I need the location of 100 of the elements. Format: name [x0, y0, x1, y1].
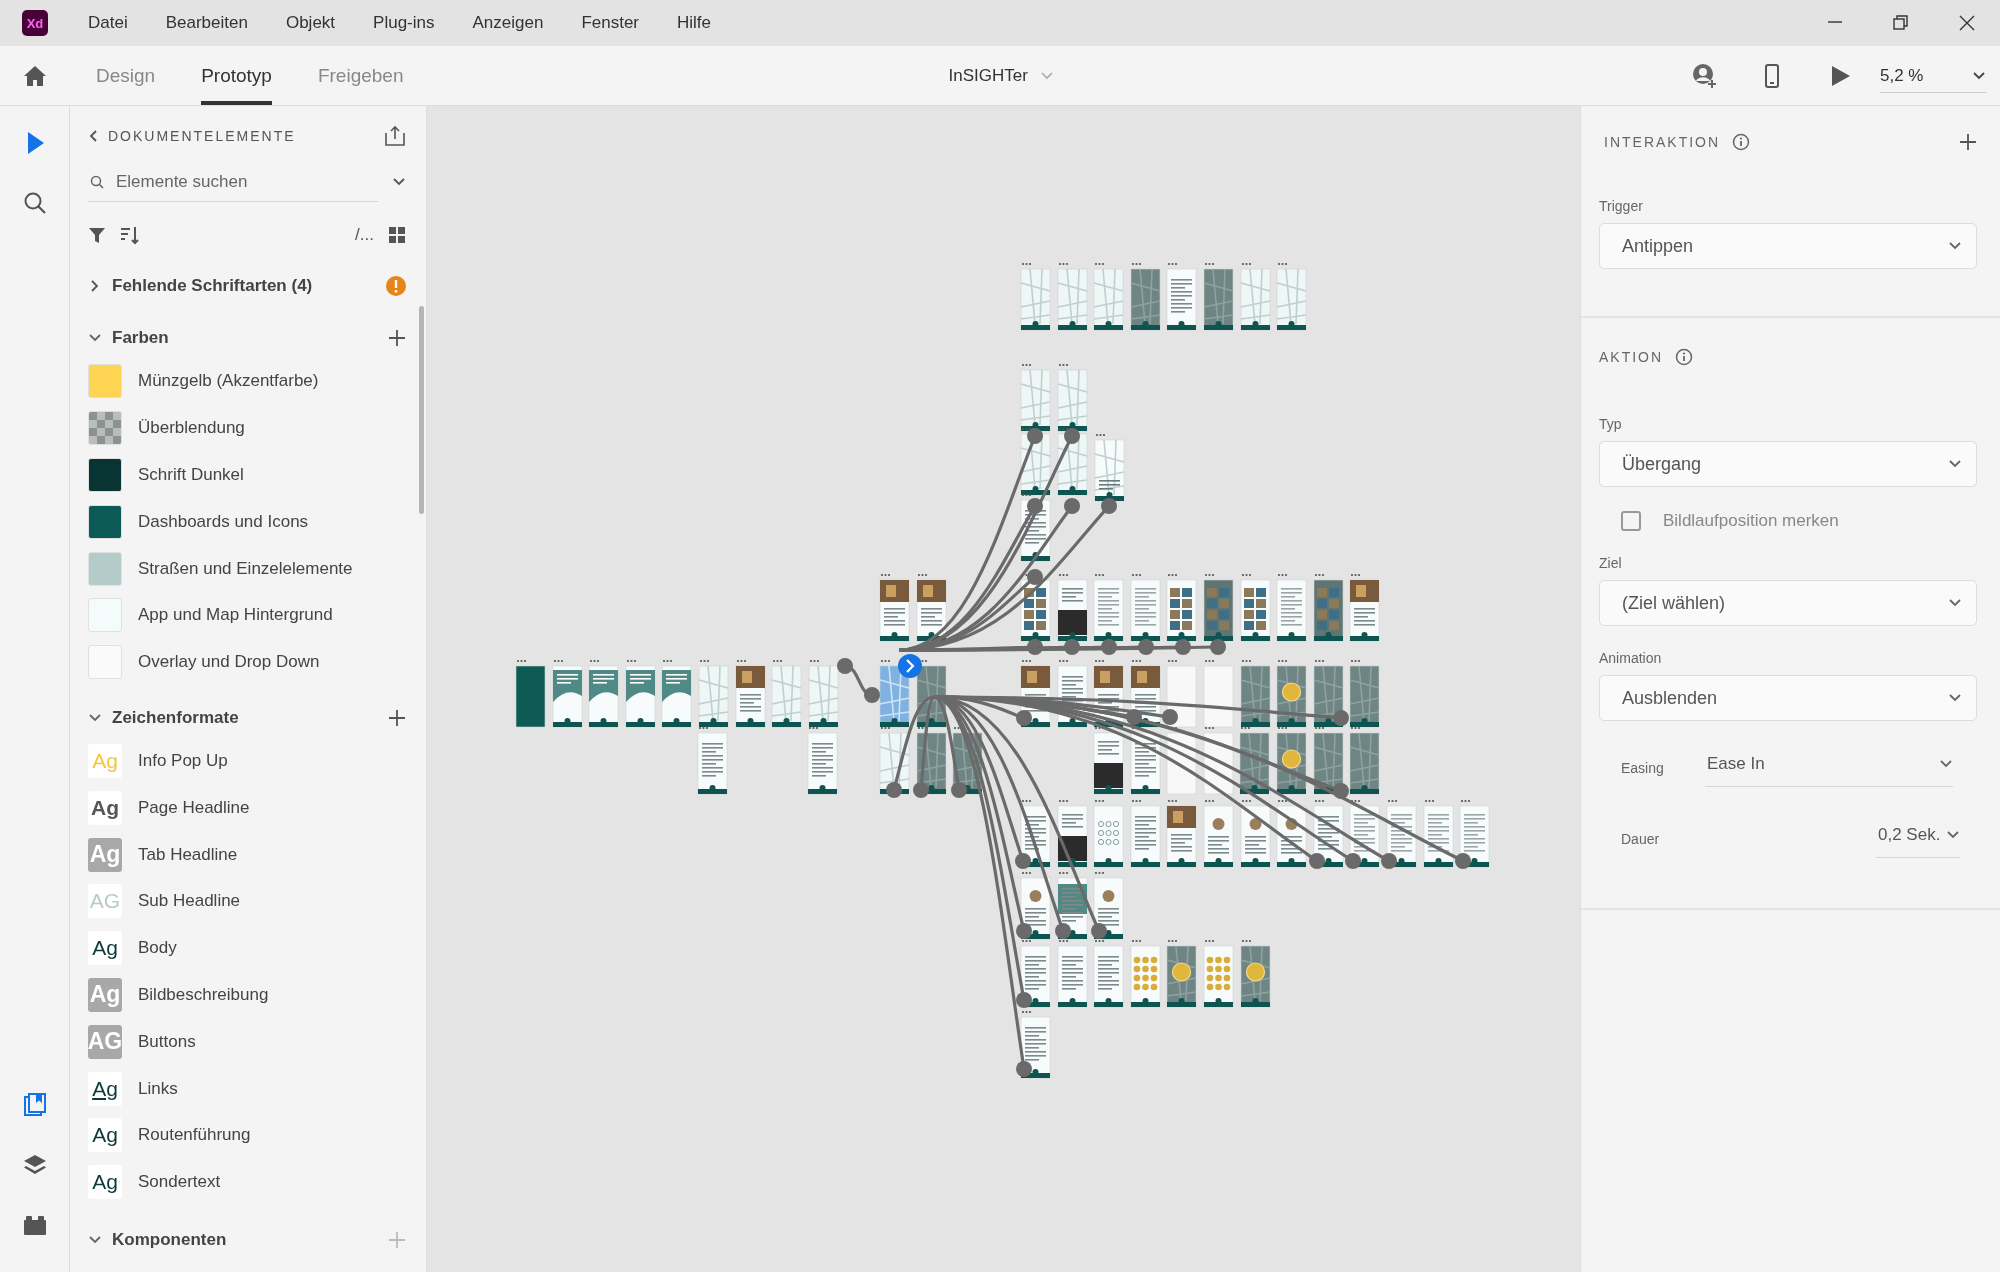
artboard-thumbnail[interactable] [1203, 573, 1234, 642]
scrollbar[interactable] [419, 306, 424, 514]
artboard-thumbnail[interactable] [1166, 573, 1197, 642]
artboard-thumbnail[interactable] [1020, 363, 1051, 432]
section-title[interactable]: Komponenten [112, 1229, 378, 1250]
artboard-thumbnail[interactable] [916, 573, 947, 642]
artboard-thumbnail[interactable] [771, 659, 802, 728]
color-swatch[interactable] [88, 458, 122, 492]
home-icon[interactable] [23, 64, 47, 87]
artboard-thumbnail[interactable] [698, 659, 729, 728]
character-style-preview[interactable]: Ag [88, 1165, 122, 1200]
artboard-thumbnail[interactable] [1130, 262, 1161, 331]
artboard-thumbnail[interactable] [1130, 573, 1161, 642]
artboard-thumbnail[interactable] [1240, 573, 1271, 642]
checkbox[interactable] [1621, 511, 1641, 531]
section-title[interactable]: Zeichenformate [112, 707, 378, 728]
back-chevron-icon[interactable] [88, 129, 98, 143]
info-icon[interactable] [1675, 348, 1694, 366]
artboard-thumbnail[interactable] [1130, 939, 1161, 1008]
artboard-thumbnail[interactable] [1240, 262, 1271, 331]
artboard-thumbnail[interactable] [879, 573, 910, 642]
artboard-thumbnail[interactable] [1240, 799, 1271, 868]
artboard-thumbnail[interactable] [1459, 799, 1490, 868]
character-style-preview[interactable]: Ag [88, 1118, 122, 1153]
color-swatch[interactable] [88, 504, 122, 539]
artboard-thumbnail[interactable] [1203, 799, 1234, 868]
artboard-thumbnail[interactable] [1203, 659, 1234, 728]
dropdown[interactable]: Übergang [1599, 441, 1977, 487]
artboard-thumbnail[interactable] [1057, 573, 1088, 642]
artboard-thumbnail[interactable] [1166, 939, 1197, 1008]
menu-item[interactable]: Datei [69, 13, 147, 33]
menu-item[interactable]: Hilfe [658, 13, 731, 33]
document-assets-icon[interactable] [21, 1092, 48, 1118]
character-style-preview[interactable]: Ag [88, 931, 122, 966]
menu-item[interactable]: Anzeigen [453, 13, 563, 33]
close-icon[interactable] [1958, 14, 1976, 32]
artboard-thumbnail[interactable] [697, 726, 728, 795]
color-swatch[interactable] [88, 551, 122, 586]
artboard-thumbnail[interactable] [515, 659, 546, 728]
color-swatch[interactable] [88, 364, 122, 399]
artboard-thumbnail[interactable] [588, 659, 619, 728]
artboard-thumbnail[interactable] [661, 659, 692, 728]
sort-icon[interactable] [120, 225, 140, 245]
section-title[interactable]: Farben [112, 328, 378, 348]
artboard-thumbnail[interactable] [879, 659, 910, 728]
character-style-preview[interactable]: Ag [88, 1071, 122, 1106]
info-icon[interactable] [1732, 133, 1751, 151]
artboard-thumbnail[interactable] [1093, 939, 1124, 1008]
color-swatch[interactable] [88, 598, 122, 633]
artboard-thumbnail[interactable] [1349, 573, 1380, 642]
section-title[interactable]: Fehlende Schriftarten (4) [112, 276, 376, 296]
artboard-thumbnail[interactable] [1203, 939, 1234, 1008]
artboard-thumbnail[interactable] [1057, 363, 1088, 432]
artboard-thumbnail[interactable] [1166, 262, 1197, 331]
plus-icon[interactable] [388, 329, 406, 347]
artboard-thumbnail[interactable] [1020, 262, 1051, 331]
dropdown[interactable]: Antippen [1599, 223, 1977, 269]
path-label[interactable]: /... [355, 225, 374, 245]
artboard-thumbnail[interactable] [1093, 726, 1124, 795]
artboard-thumbnail[interactable] [1349, 726, 1380, 795]
share-icon[interactable] [384, 125, 406, 147]
artboard-thumbnail[interactable] [1276, 659, 1307, 728]
artboard-thumbnail[interactable] [807, 726, 838, 795]
artboard-thumbnail[interactable] [1130, 799, 1161, 868]
artboard-thumbnail[interactable] [552, 659, 583, 728]
artboard-thumbnail[interactable] [1203, 262, 1234, 331]
dropdown[interactable]: 0,2 Sek. [1876, 819, 1960, 858]
tab[interactable]: Prototyp [201, 46, 272, 105]
artboard-thumbnail[interactable] [1057, 262, 1088, 331]
plus-icon[interactable] [388, 708, 406, 727]
menu-item[interactable]: Bearbeiten [146, 13, 267, 33]
artboard-thumbnail[interactable] [1057, 939, 1088, 1008]
menu-item[interactable]: Objekt [266, 13, 355, 33]
artboard-thumbnail[interactable] [1093, 262, 1124, 331]
menu-item[interactable]: Fenster [562, 13, 658, 33]
menu-item[interactable]: Plug-ins [354, 13, 454, 33]
restore-icon[interactable] [1892, 14, 1910, 32]
artboard-thumbnail[interactable] [1240, 659, 1271, 728]
artboard-thumbnail[interactable] [1166, 799, 1197, 868]
artboard-thumbnail[interactable] [1276, 262, 1307, 331]
character-style-preview[interactable]: Ag [88, 790, 122, 825]
artboard-thumbnail[interactable] [1423, 799, 1454, 868]
user-add-icon[interactable] [1691, 62, 1717, 89]
artboard-thumbnail[interactable] [808, 659, 839, 728]
dropdown[interactable]: Ease In [1705, 748, 1953, 787]
grid-view-icon[interactable] [388, 226, 406, 244]
document-title-dropdown[interactable]: InSIGHTer [948, 65, 1054, 86]
filter-icon[interactable] [88, 226, 106, 244]
color-swatch[interactable] [88, 411, 122, 446]
artboard-thumbnail[interactable] [1057, 799, 1088, 868]
artboard-thumbnail[interactable] [1093, 573, 1124, 642]
artboard-thumbnail[interactable] [1093, 799, 1124, 868]
artboard-thumbnail[interactable] [735, 659, 766, 728]
artboard-thumbnail[interactable] [1276, 726, 1307, 795]
dropdown[interactable]: Ausblenden [1599, 675, 1977, 721]
artboard-thumbnail[interactable] [1240, 939, 1271, 1008]
search-field[interactable]: Elemente suchen [116, 171, 346, 192]
home-artboard-icon[interactable] [898, 654, 922, 678]
plus-icon[interactable] [1959, 133, 1977, 151]
artboard-thumbnail[interactable] [625, 659, 656, 728]
